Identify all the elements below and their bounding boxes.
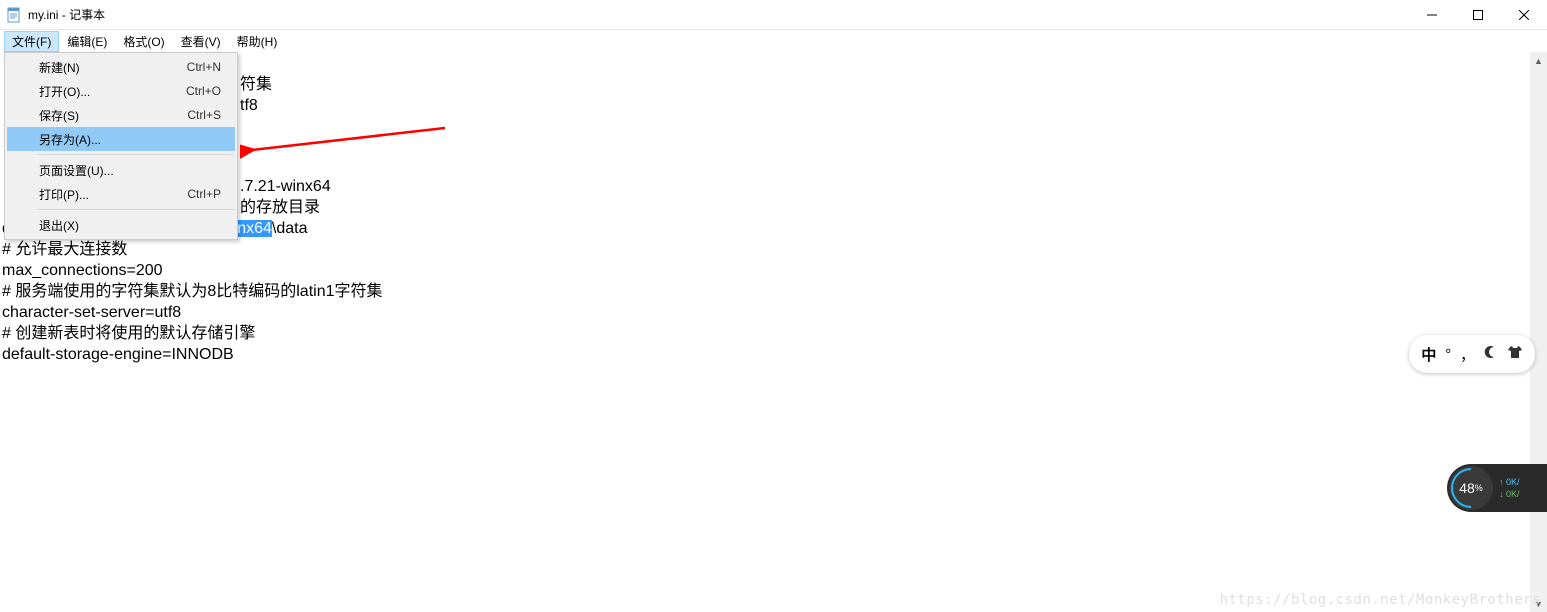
menu-item-save-as[interactable]: 另存为(A)... <box>7 127 235 151</box>
ime-mode[interactable]: 中 <box>1421 344 1436 365</box>
ime-shirt-icon[interactable] <box>1507 345 1523 363</box>
menu-item-exit[interactable]: 退出(X) <box>7 213 235 237</box>
ime-moon-icon[interactable] <box>1484 345 1498 363</box>
text-line: \data <box>272 220 308 237</box>
close-button[interactable] <box>1501 0 1547 30</box>
text-line: default-storage-engine=INNODB <box>2 346 234 363</box>
text-line: # 允许最大连接数 <box>2 241 127 258</box>
window-title: my.ini - 记事本 <box>28 6 1409 23</box>
scroll-up-icon[interactable]: ▲ <box>1530 52 1547 69</box>
menu-help[interactable]: 帮助(H) <box>229 31 286 52</box>
titlebar: my.ini - 记事本 <box>0 0 1547 30</box>
notepad-icon <box>6 7 22 23</box>
text-fragment: 符集 <box>240 76 272 93</box>
ime-punct-cn[interactable]: ， <box>1460 344 1475 365</box>
text-line: # 创建新表时将使用的默认存储引擎 <box>2 325 255 342</box>
text-fragment: .7.21-winx64 <box>240 178 331 195</box>
net-speeds: ↑ 0K/ ↓ 0K/ <box>1499 476 1520 500</box>
text-line: character-set-server=utf8 <box>2 304 181 321</box>
menu-format[interactable]: 格式(O) <box>115 31 172 52</box>
minimize-button[interactable] <box>1409 0 1455 30</box>
text-line: # 服务端使用的字符集默认为8比特编码的latin1字符集 <box>2 283 383 300</box>
menu-view[interactable]: 查看(V) <box>173 31 229 52</box>
ime-punct-half[interactable]: ° <box>1445 346 1451 363</box>
menubar: 文件(F) 编辑(E) 格式(O) 查看(V) 帮助(H) <box>0 30 1547 52</box>
network-widget[interactable]: 48% ↑ 0K/ ↓ 0K/ <box>1447 464 1547 512</box>
menu-file[interactable]: 文件(F) <box>4 31 59 52</box>
menu-edit[interactable]: 编辑(E) <box>59 31 115 52</box>
menu-item-open[interactable]: 打开(O)... Ctrl+O <box>7 79 235 103</box>
watermark: https://blog.csdn.net/MonkeyBrothers <box>1220 592 1541 608</box>
vertical-scrollbar[interactable]: ▲ ▼ <box>1530 52 1547 612</box>
menu-item-new[interactable]: 新建(N) Ctrl+N <box>7 55 235 79</box>
window-controls <box>1409 0 1547 29</box>
menu-item-save[interactable]: 保存(S) Ctrl+S <box>7 103 235 127</box>
text-line: max_connections=200 <box>2 262 163 279</box>
cpu-percent: 48% <box>1449 466 1493 510</box>
menu-item-print[interactable]: 打印(P)... Ctrl+P <box>7 182 235 206</box>
menu-item-page-setup[interactable]: 页面设置(U)... <box>7 158 235 182</box>
ime-toolbar[interactable]: 中 ° ， <box>1409 335 1535 373</box>
menu-separator <box>37 154 234 155</box>
text-fragment: tf8 <box>240 97 258 114</box>
file-dropdown: 新建(N) Ctrl+N 打开(O)... Ctrl+O 保存(S) Ctrl+… <box>4 52 238 240</box>
text-fragment: 的存放目录 <box>240 199 320 216</box>
menu-separator <box>37 209 234 210</box>
maximize-button[interactable] <box>1455 0 1501 30</box>
